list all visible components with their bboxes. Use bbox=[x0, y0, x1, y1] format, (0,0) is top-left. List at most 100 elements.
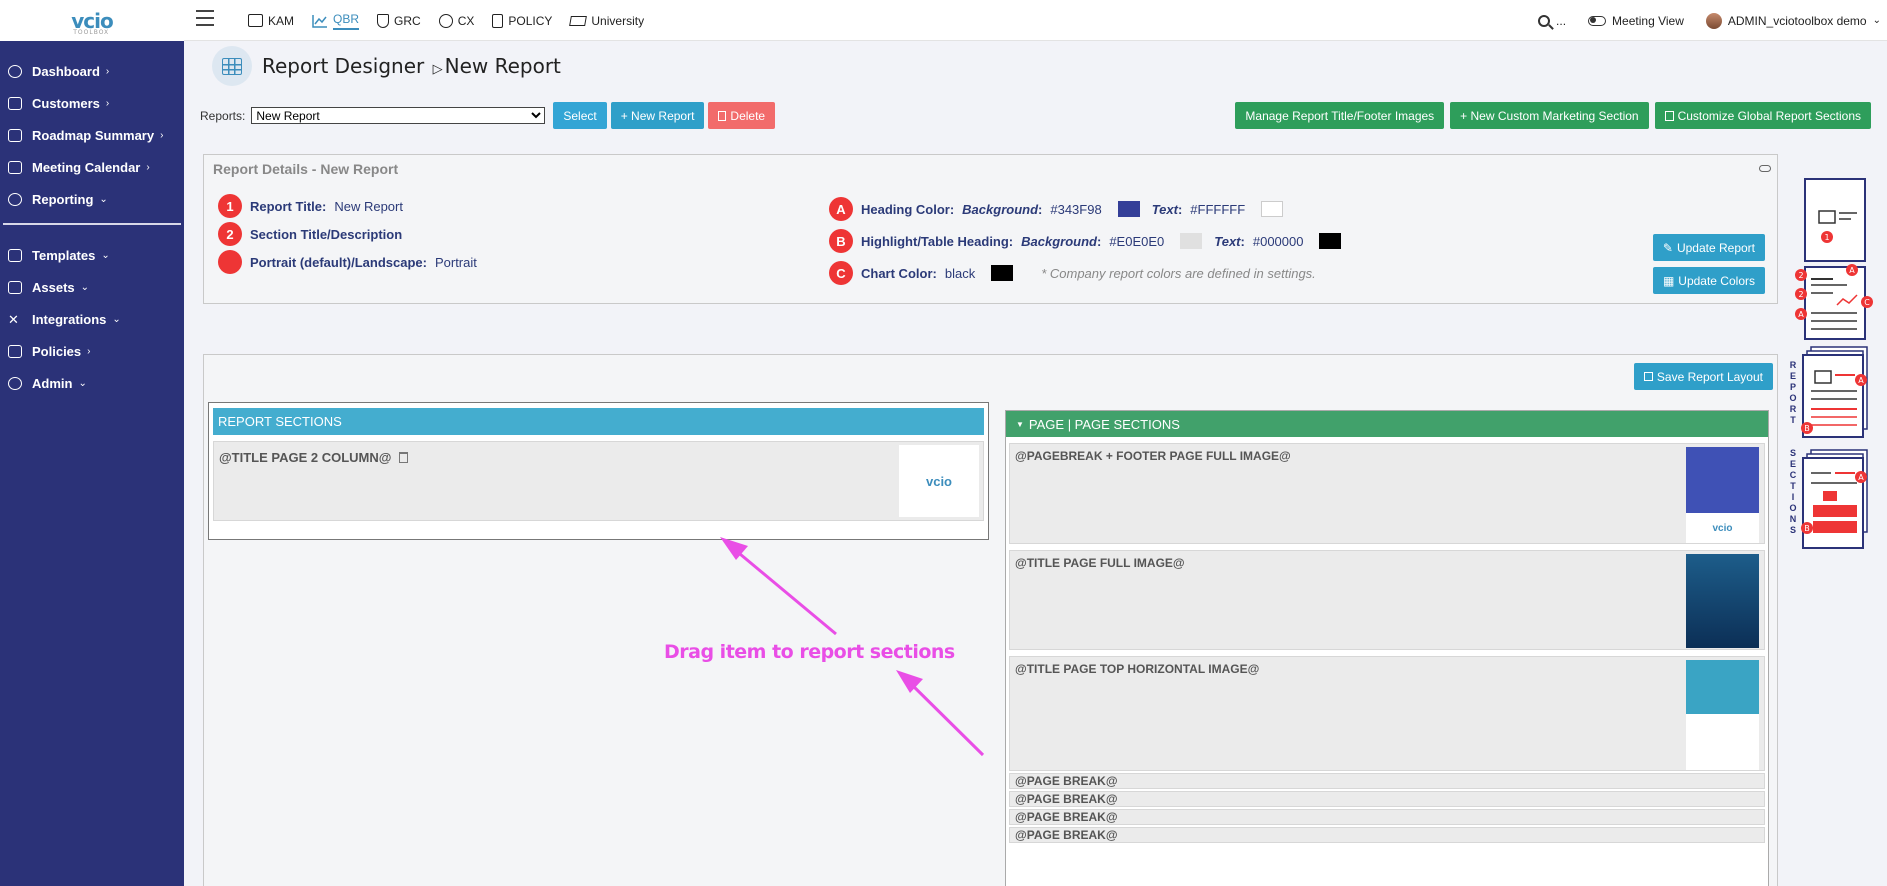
page-break-item[interactable]: @PAGE BREAK@ bbox=[1009, 809, 1765, 825]
svg-text:A: A bbox=[1858, 473, 1864, 482]
list-icon bbox=[8, 248, 22, 262]
svg-text:C: C bbox=[1864, 298, 1870, 307]
page-section-item[interactable]: @PAGEBREAK + FOOTER PAGE FULL IMAGE@ vci… bbox=[1009, 443, 1765, 544]
search-icon bbox=[1538, 14, 1551, 27]
graduation-cap-icon bbox=[569, 15, 588, 26]
pencil-icon: ✎ bbox=[1662, 240, 1673, 255]
breadcrumb-arrow-icon: ▷ bbox=[432, 62, 443, 77]
badge-c: C bbox=[829, 261, 853, 285]
nav-cx[interactable]: CX bbox=[438, 0, 474, 41]
badge-blank bbox=[218, 250, 242, 274]
smiley-icon bbox=[438, 13, 453, 28]
detail-highlight-color: B Highlight/Table Heading: Background: #E… bbox=[829, 229, 1345, 253]
section-thumbnail bbox=[1686, 554, 1759, 648]
section-thumbnail: vcio bbox=[899, 445, 979, 517]
svg-text:2: 2 bbox=[1798, 271, 1803, 280]
select-button[interactable]: Select bbox=[553, 102, 607, 129]
sidebar-item-meeting-calendar[interactable]: Meeting Calendar › bbox=[0, 151, 184, 183]
report-sections-dropzone[interactable]: REPORT SECTIONS @TITLE PAGE 2 COLUMN@ vc… bbox=[208, 402, 989, 540]
nav-policy[interactable]: POLICY bbox=[492, 0, 552, 41]
trash-icon[interactable] bbox=[399, 452, 409, 463]
sidebar-item-reporting[interactable]: Reporting ⌄ bbox=[0, 183, 184, 215]
hamburger-menu-icon[interactable] bbox=[196, 10, 214, 26]
logo-text: vcio TOOLBOX bbox=[71, 8, 113, 36]
colors-note: * Company report colors are defined in s… bbox=[1041, 265, 1316, 281]
update-report-button[interactable]: ✎ Update Report bbox=[1652, 234, 1765, 261]
sidebar-divider bbox=[3, 223, 181, 225]
reports-row: Reports: New Report Select + New Report … bbox=[200, 102, 776, 129]
search-button[interactable]: ... bbox=[1538, 14, 1566, 28]
detail-orientation: Portrait (default)/Landscape: Portrait bbox=[218, 250, 477, 274]
sidebar-item-dashboard[interactable]: Dashboard › bbox=[0, 55, 184, 87]
top-nav: KAM QBR GRC CX POLICY University bbox=[248, 0, 644, 41]
line-chart-icon bbox=[312, 14, 328, 28]
report-details-panel: Report Details - New Report 1 Report Tit… bbox=[203, 154, 1778, 304]
save-report-layout-button[interactable]: Save Report Layout bbox=[1633, 363, 1773, 390]
report-sections-header: REPORT SECTIONS bbox=[213, 408, 984, 435]
manage-images-button[interactable]: Manage Report Title/Footer Images bbox=[1235, 102, 1445, 129]
nav-grc[interactable]: GRC bbox=[377, 0, 421, 41]
dashboard-icon bbox=[8, 64, 22, 78]
sidebar-item-policies[interactable]: Policies › bbox=[0, 335, 184, 367]
caret-down-icon: ▼ bbox=[1016, 419, 1024, 429]
section-thumbnail: vcio bbox=[1686, 447, 1759, 543]
new-report-button[interactable]: + New Report bbox=[610, 102, 705, 129]
highlight-bg-swatch bbox=[1180, 233, 1203, 249]
detail-section-title: 2 Section Title/Description bbox=[218, 222, 402, 246]
save-icon bbox=[1643, 372, 1653, 381]
shield-icon bbox=[377, 13, 390, 28]
user-menu[interactable]: ADMIN_vciotoolbox demo ⌄ bbox=[1705, 12, 1881, 29]
reports-label: Reports: bbox=[200, 108, 246, 123]
nav-university[interactable]: University bbox=[569, 0, 644, 41]
shuffle-icon: ✕ bbox=[8, 311, 19, 327]
sidebar-item-customers[interactable]: Customers › bbox=[0, 87, 184, 119]
page-sections-header[interactable]: ▼ PAGE | PAGE SECTIONS bbox=[1006, 411, 1768, 437]
sidebar-item-templates[interactable]: Templates ⌄ bbox=[0, 239, 184, 271]
nav-kam[interactable]: KAM bbox=[248, 0, 294, 41]
report-section-item[interactable]: @TITLE PAGE 2 COLUMN@ vcio bbox=[213, 441, 984, 521]
page-section-item[interactable]: @TITLE PAGE TOP HORIZONTAL IMAGE@ bbox=[1009, 656, 1765, 771]
book-icon bbox=[8, 128, 22, 142]
chevron-down-icon: ⌄ bbox=[1872, 15, 1881, 26]
nav-qbr[interactable]: QBR bbox=[312, 0, 360, 41]
svg-text:B: B bbox=[1804, 424, 1810, 433]
section-thumbnail bbox=[1686, 660, 1759, 770]
sidebar-item-assets[interactable]: Assets ⌄ bbox=[0, 271, 184, 303]
report-details-heading: Report Details - New Report bbox=[213, 161, 399, 177]
badge-2: 2 bbox=[218, 222, 242, 246]
page-break-item[interactable]: @PAGE BREAK@ bbox=[1009, 827, 1765, 843]
svg-text:A: A bbox=[1798, 310, 1804, 319]
page-break-item[interactable]: @PAGE BREAK@ bbox=[1009, 791, 1765, 807]
page-break-item[interactable]: @PAGE BREAK@ bbox=[1009, 773, 1765, 789]
meeting-view-toggle[interactable]: Meeting View bbox=[1588, 14, 1684, 28]
new-custom-section-button[interactable]: + New Custom Marketing Section bbox=[1450, 102, 1649, 129]
grid-icon: ▦ bbox=[1662, 273, 1675, 288]
collapse-toggle-icon[interactable] bbox=[1759, 165, 1771, 172]
detail-heading-color: A Heading Color: Background: #343F98 Text… bbox=[829, 197, 1287, 221]
reports-select[interactable]: New Report bbox=[251, 107, 546, 124]
sidebar-item-integrations[interactable]: ✕ Integrations ⌄ bbox=[0, 303, 184, 335]
sidebar-item-roadmap-summary[interactable]: Roadmap Summary › bbox=[0, 119, 184, 151]
heading-bg-swatch bbox=[1117, 201, 1140, 217]
avatar bbox=[1705, 12, 1722, 29]
top-bar: vcio TOOLBOX KAM QBR GRC CX POLICY Univer… bbox=[0, 0, 1887, 41]
heading-text-swatch bbox=[1261, 201, 1284, 217]
svg-text:A: A bbox=[1849, 266, 1855, 275]
layers-icon bbox=[8, 280, 22, 294]
update-colors-button[interactable]: ▦ Update Colors bbox=[1652, 267, 1765, 294]
page-section-item[interactable]: @TITLE PAGE FULL IMAGE@ bbox=[1009, 550, 1765, 650]
sidebar-item-admin[interactable]: Admin ⌄ bbox=[0, 367, 184, 399]
contact-card-icon bbox=[248, 14, 263, 27]
svg-text:A: A bbox=[1858, 376, 1864, 385]
delete-button[interactable]: Delete bbox=[708, 102, 776, 129]
customize-global-button[interactable]: Customize Global Report Sections bbox=[1654, 102, 1871, 129]
svg-text:2: 2 bbox=[1798, 290, 1803, 299]
pie-chart-icon bbox=[8, 192, 22, 206]
toolbar-right: Manage Report Title/Footer Images + New … bbox=[1235, 102, 1871, 129]
toggle-icon bbox=[1588, 15, 1607, 26]
badge-b: B bbox=[829, 229, 853, 253]
logo[interactable]: vcio TOOLBOX bbox=[0, 0, 184, 41]
top-right: ... Meeting View ADMIN_vciotoolbox demo ⌄ bbox=[1538, 0, 1887, 41]
svg-text:B: B bbox=[1804, 524, 1810, 533]
page-header: Report Designer ▷ New Report bbox=[212, 46, 561, 86]
